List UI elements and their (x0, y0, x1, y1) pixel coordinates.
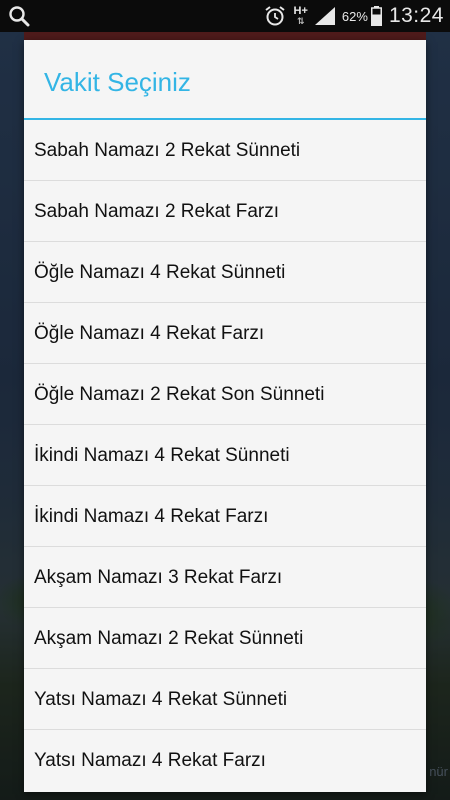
list-item[interactable]: Yatsı Namazı 4 Rekat Sünneti (24, 669, 426, 730)
list-item[interactable]: Öğle Namazı 4 Rekat Farzı (24, 303, 426, 364)
clock: 13:24 (388, 4, 444, 27)
list-item[interactable]: Öğle Namazı 4 Rekat Sünneti (24, 242, 426, 303)
list-item[interactable]: Sabah Namazı 2 Rekat Sünneti (24, 120, 426, 181)
list-item[interactable]: Akşam Namazı 2 Rekat Sünneti (24, 608, 426, 669)
status-bar: H+ ⇅ 62% 13:24 (0, 0, 450, 32)
prayer-list: Sabah Namazı 2 Rekat Sünneti Sabah Namaz… (24, 120, 426, 791)
battery-icon (370, 6, 382, 26)
battery-percent: 62% (341, 8, 368, 24)
list-item[interactable]: Öğle Namazı 2 Rekat Son Sünneti (24, 364, 426, 425)
network-type-label: H+ (293, 5, 308, 17)
network-indicator: H+ ⇅ (293, 5, 308, 27)
list-item[interactable]: Yatsı Namazı 4 Rekat Farzı (24, 730, 426, 791)
list-item[interactable]: Akşam Namazı 3 Rekat Farzı (24, 547, 426, 608)
signal-icon (314, 7, 335, 25)
list-item[interactable]: İkindi Namazı 4 Rekat Farzı (24, 486, 426, 547)
list-item[interactable]: İkindi Namazı 4 Rekat Sünneti (24, 425, 426, 486)
dialog-title: Vakit Seçiniz (24, 40, 426, 120)
network-arrows-icon: ⇅ (296, 16, 305, 26)
list-item[interactable]: Sabah Namazı 2 Rekat Farzı (24, 181, 426, 242)
search-icon[interactable] (8, 5, 30, 27)
prayer-time-dialog: Vakit Seçiniz Sabah Namazı 2 Rekat Sünne… (24, 40, 426, 792)
alarm-icon (264, 6, 285, 26)
